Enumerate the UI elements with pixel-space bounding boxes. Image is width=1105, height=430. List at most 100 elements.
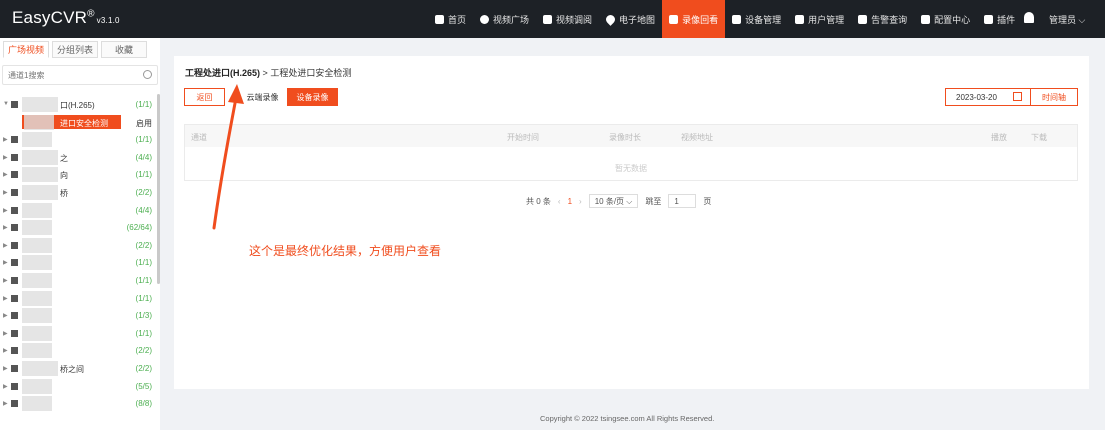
gear-icon xyxy=(921,14,931,24)
channel-count: (1/1) xyxy=(135,275,152,285)
tree-device-item[interactable]: ▶ (62/64) xyxy=(0,219,156,237)
device-icon xyxy=(11,347,18,355)
admin-menu[interactable]: 管理员 ⌵ xyxy=(1049,13,1085,26)
nav-item-3[interactable]: 电子地图 xyxy=(599,0,662,38)
back-button[interactable]: 返回 xyxy=(184,88,225,106)
search-icon[interactable] xyxy=(143,70,152,79)
caret-right-icon[interactable]: ▶ xyxy=(3,224,8,231)
nav-item-2[interactable]: 视频调阅 xyxy=(536,0,599,38)
channel-count: (1/1) xyxy=(135,258,152,268)
caret-right-icon[interactable]: ▶ xyxy=(3,259,8,266)
caret-right-icon[interactable]: ▶ xyxy=(3,277,8,284)
page-number[interactable]: 1 xyxy=(568,197,572,206)
nav-item-4[interactable]: 录像回看 xyxy=(662,0,726,38)
caret-right-icon[interactable]: ▶ xyxy=(3,136,8,143)
tree-device-item[interactable]: ▶ 向 (1/1) xyxy=(0,166,156,184)
nav-item-7[interactable]: 告警查询 xyxy=(851,0,914,38)
timeline-button[interactable]: 时间轴 xyxy=(1030,88,1078,106)
bell-icon[interactable] xyxy=(1024,12,1034,23)
redacted-mask xyxy=(22,378,52,394)
redacted-mask xyxy=(22,360,58,376)
main-nav: 首页 视频广场 视频调阅 电子地图 录像回看 设备管理 用户管理 告警查询 配置中心 插件 xyxy=(428,0,1022,38)
channel-count: (1/1) xyxy=(135,328,152,338)
breadcrumb: 工程处进口(H.265) > 工程处进口安全检测 xyxy=(185,66,351,79)
redacted-mask xyxy=(22,202,52,218)
caret-right-icon[interactable]: ▶ xyxy=(3,295,8,302)
play-icon xyxy=(480,14,490,24)
breadcrumb-current-device[interactable]: 工程处进口(H.265) xyxy=(185,68,260,78)
tree-channel-item[interactable]: 进口安全检测 启用 xyxy=(0,114,156,132)
tab-group-list[interactable]: 分组列表 xyxy=(52,41,98,58)
tree-device-item[interactable]: ▶ (1/3) xyxy=(0,307,156,325)
redacted-mask xyxy=(22,255,52,271)
caret-down-icon[interactable]: ▼ xyxy=(3,101,9,107)
device-icon xyxy=(11,206,18,214)
caret-right-icon[interactable]: ▶ xyxy=(3,365,8,372)
tree-device-item[interactable]: ▶ 桥 (2/2) xyxy=(0,184,156,202)
channel-count: (2/2) xyxy=(135,363,152,373)
nav-item-0[interactable]: 首页 xyxy=(428,0,473,38)
tree-device-item[interactable]: ▶ (1/1) xyxy=(0,131,156,149)
caret-right-icon[interactable]: ▶ xyxy=(3,242,8,249)
tree-device-item[interactable]: ▶ (1/1) xyxy=(0,290,156,308)
device-icon xyxy=(11,382,18,390)
tree-device-item[interactable]: ▶ (5/5) xyxy=(0,378,156,396)
app-logo[interactable]: EasyCVR®v3.1.0 xyxy=(12,8,120,28)
home-icon xyxy=(435,14,444,24)
nav-item-label: 视频调阅 xyxy=(556,14,593,25)
cloud-record-tab[interactable]: 云端录像 xyxy=(240,88,285,106)
device-record-tab[interactable]: 设备录像 xyxy=(287,88,338,106)
jump-label: 跳至 xyxy=(645,196,662,206)
nav-item-label: 插件 xyxy=(997,14,1016,25)
caret-right-icon[interactable]: ▶ xyxy=(3,154,8,161)
next-page-icon[interactable]: › xyxy=(579,197,582,206)
tree-device-item[interactable]: ▶ (1/1) xyxy=(0,254,156,272)
nav-item-1[interactable]: 视频广场 xyxy=(473,0,536,38)
caret-right-icon[interactable]: ▶ xyxy=(3,207,8,214)
nav-item-label: 电子地图 xyxy=(619,14,656,25)
jump-input[interactable]: 1 xyxy=(668,194,697,208)
video-camera-icon xyxy=(669,14,679,24)
col-play: 播放 xyxy=(991,133,1007,142)
tree-device-item[interactable]: ▶ (8/8) xyxy=(0,395,156,413)
redacted-mask xyxy=(22,149,58,165)
tree-device-item[interactable]: ▼ 口(H.265) (1/1) xyxy=(0,96,156,114)
device-icon xyxy=(11,400,18,408)
sidebar-scrollbar[interactable] xyxy=(157,94,160,284)
tab-square-video[interactable]: 广场视频 xyxy=(3,41,49,58)
redacted-mask xyxy=(22,396,52,412)
caret-right-icon[interactable]: ▶ xyxy=(3,400,8,407)
page-size-select[interactable]: 10 条/页 ⌵ xyxy=(588,194,639,208)
caret-right-icon[interactable]: ▶ xyxy=(3,347,8,354)
nav-item-6[interactable]: 用户管理 xyxy=(788,0,851,38)
device-icon xyxy=(11,136,18,144)
caret-right-icon[interactable]: ▶ xyxy=(3,330,8,337)
device-icon xyxy=(11,276,18,284)
redacted-mask xyxy=(22,167,58,183)
tree-device-item[interactable]: ▶ 之 (4/4) xyxy=(0,149,156,167)
caret-right-icon[interactable]: ▶ xyxy=(3,171,8,178)
tree-device-item[interactable]: ▶ (4/4) xyxy=(0,202,156,220)
redacted-mask xyxy=(22,97,58,112)
nav-item-label: 用户管理 xyxy=(808,14,845,25)
nav-item-9[interactable]: 插件 xyxy=(977,0,1022,38)
tree-device-item[interactable]: ▶ 桥之间 (2/2) xyxy=(0,360,156,378)
tab-favorites[interactable]: 收藏 xyxy=(101,41,147,58)
calendar-icon[interactable] xyxy=(1013,92,1022,101)
prev-page-icon[interactable]: ‹ xyxy=(558,197,561,206)
channel-count: (1/1) xyxy=(135,100,152,109)
caret-right-icon[interactable]: ▶ xyxy=(3,383,8,390)
tree-device-item[interactable]: ▶ (1/1) xyxy=(0,272,156,290)
search-input[interactable] xyxy=(3,66,133,84)
nav-item-label: 录像回看 xyxy=(682,14,719,25)
nav-item-8[interactable]: 配置中心 xyxy=(914,0,977,38)
caret-right-icon[interactable]: ▶ xyxy=(3,312,8,319)
tree-device-item[interactable]: ▶ (1/1) xyxy=(0,325,156,343)
tree-device-item[interactable]: ▶ (2/2) xyxy=(0,342,156,360)
nav-item-5[interactable]: 设备管理 xyxy=(725,0,788,38)
caret-right-icon[interactable]: ▶ xyxy=(3,189,8,196)
channel-count: (62/64) xyxy=(126,223,152,233)
status-badge: 启用 xyxy=(136,118,152,128)
tree-device-item[interactable]: ▶ (2/2) xyxy=(0,237,156,255)
channel-count: (1/1) xyxy=(135,135,152,145)
